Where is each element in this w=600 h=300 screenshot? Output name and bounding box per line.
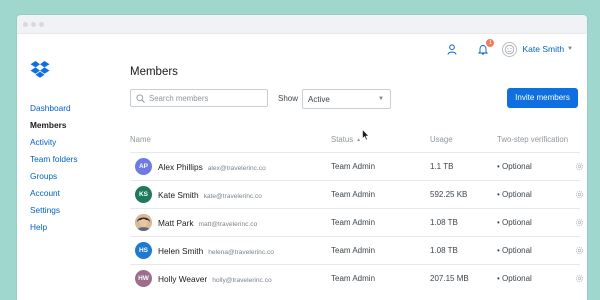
user-menu-name[interactable]: Kate Smith <box>522 44 564 54</box>
member-usage: 1.08 TB <box>430 246 458 255</box>
member-name[interactable]: Alex Phillips <box>158 162 203 172</box>
member-status: Team Admin <box>331 190 376 199</box>
sidebar-item-account[interactable]: Account <box>30 185 78 202</box>
table-row[interactable]: KS Kate Smith kate@travelerinc.co Team Ad… <box>130 180 584 208</box>
member-usage: 592.25 KB <box>430 190 468 199</box>
member-two-step: • Optional <box>497 246 532 255</box>
gear-icon[interactable] <box>574 217 585 228</box>
show-filter-value: Active <box>308 94 330 104</box>
top-bar: 1 Kate Smith ▼ <box>445 39 573 58</box>
invite-members-button[interactable]: Invite members <box>507 88 578 108</box>
member-name[interactable]: Kate Smith <box>158 190 199 200</box>
member-email: kate@travelerinc.co <box>203 193 262 200</box>
column-header-status[interactable]: Status ▲ <box>331 135 361 144</box>
table-row[interactable]: Matt Park matt@travelerinc.co Team Admin … <box>130 208 584 236</box>
sort-ascending-icon: ▲ <box>356 137 362 143</box>
member-two-step: • Optional <box>497 218 532 227</box>
avatar-photo <box>135 214 152 231</box>
member-two-step: • Optional <box>497 162 532 171</box>
member-two-step: • Optional <box>497 274 532 283</box>
table-row[interactable]: HW Holly Weaver holly@travelerinc.co Team… <box>130 264 584 292</box>
column-header-usage[interactable]: Usage <box>430 135 453 144</box>
column-header-status-label: Status <box>331 135 354 144</box>
member-status: Team Admin <box>331 246 376 255</box>
search-placeholder: Search members <box>149 93 209 103</box>
member-name[interactable]: Helen Smith <box>158 246 203 256</box>
sidebar-nav: Dashboard Members Activity Team folders … <box>30 100 78 236</box>
members-table-body: AP Alex Phillips alex@travelerinc.co Team… <box>130 152 584 292</box>
member-usage: 1.08 TB <box>430 218 458 227</box>
member-email: matt@travelerinc.co <box>198 221 258 228</box>
sidebar-item-dashboard[interactable]: Dashboard <box>30 100 78 117</box>
avatar: KS <box>135 186 152 203</box>
bell-icon[interactable]: 1 <box>476 39 495 56</box>
chevron-down-icon: ▼ <box>378 96 384 102</box>
page-title: Members <box>130 66 178 78</box>
member-name[interactable]: Holly Weaver <box>158 274 207 284</box>
member-email: helena@travelerinc.co <box>208 249 274 256</box>
show-filter-label: Show <box>278 94 299 103</box>
notification-badge: 1 <box>486 39 495 47</box>
gear-icon[interactable] <box>574 161 585 172</box>
search-icon <box>136 93 145 103</box>
gear-icon[interactable] <box>574 245 585 256</box>
member-two-step: • Optional <box>497 190 532 199</box>
member-usage: 1.1 TB <box>430 162 454 171</box>
member-status: Team Admin <box>331 218 376 227</box>
sidebar-item-team-folders[interactable]: Team folders <box>30 151 78 168</box>
window-dot <box>23 22 28 27</box>
member-status: Team Admin <box>331 274 376 283</box>
chevron-down-icon[interactable]: ▼ <box>567 46 573 52</box>
sidebar-item-settings[interactable]: Settings <box>30 202 78 219</box>
show-filter-select[interactable]: Active ▼ <box>302 89 391 109</box>
member-email: alex@travelerinc.co <box>207 165 266 172</box>
column-header-two-step[interactable]: Two-step verification <box>497 135 568 144</box>
gear-icon[interactable] <box>574 273 585 284</box>
window-titlebar <box>17 15 587 34</box>
sidebar-item-help[interactable]: Help <box>30 219 78 236</box>
table-header: Name Status ▲ Usage Two-step verification <box>130 135 580 149</box>
avatar: HW <box>135 270 152 287</box>
sidebar-item-activity[interactable]: Activity <box>30 134 78 151</box>
sidebar-item-groups[interactable]: Groups <box>30 168 78 185</box>
user-avatar-icon[interactable] <box>502 41 518 57</box>
member-usage: 207.15 MB <box>430 274 469 283</box>
avatar: HS <box>135 242 152 259</box>
app-window: 1 Kate Smith ▼ Dashboard Members Activit… <box>17 15 587 300</box>
table-row[interactable]: HS Helen Smith helena@travelerinc.co Team… <box>130 236 584 264</box>
search-input[interactable]: Search members <box>130 89 268 107</box>
column-header-name[interactable]: Name <box>130 135 151 144</box>
gear-icon[interactable] <box>574 189 585 200</box>
table-row[interactable]: AP Alex Phillips alex@travelerinc.co Team… <box>130 152 584 180</box>
avatar: AP <box>135 158 152 175</box>
window-dot <box>31 22 36 27</box>
sidebar-item-members[interactable]: Members <box>30 117 78 134</box>
dropbox-logo[interactable] <box>30 60 50 78</box>
window-dot <box>39 22 44 27</box>
member-email: holly@travelerinc.co <box>212 277 272 284</box>
member-status: Team Admin <box>331 162 376 171</box>
member-name[interactable]: Matt Park <box>158 218 194 228</box>
person-icon[interactable] <box>445 42 459 56</box>
